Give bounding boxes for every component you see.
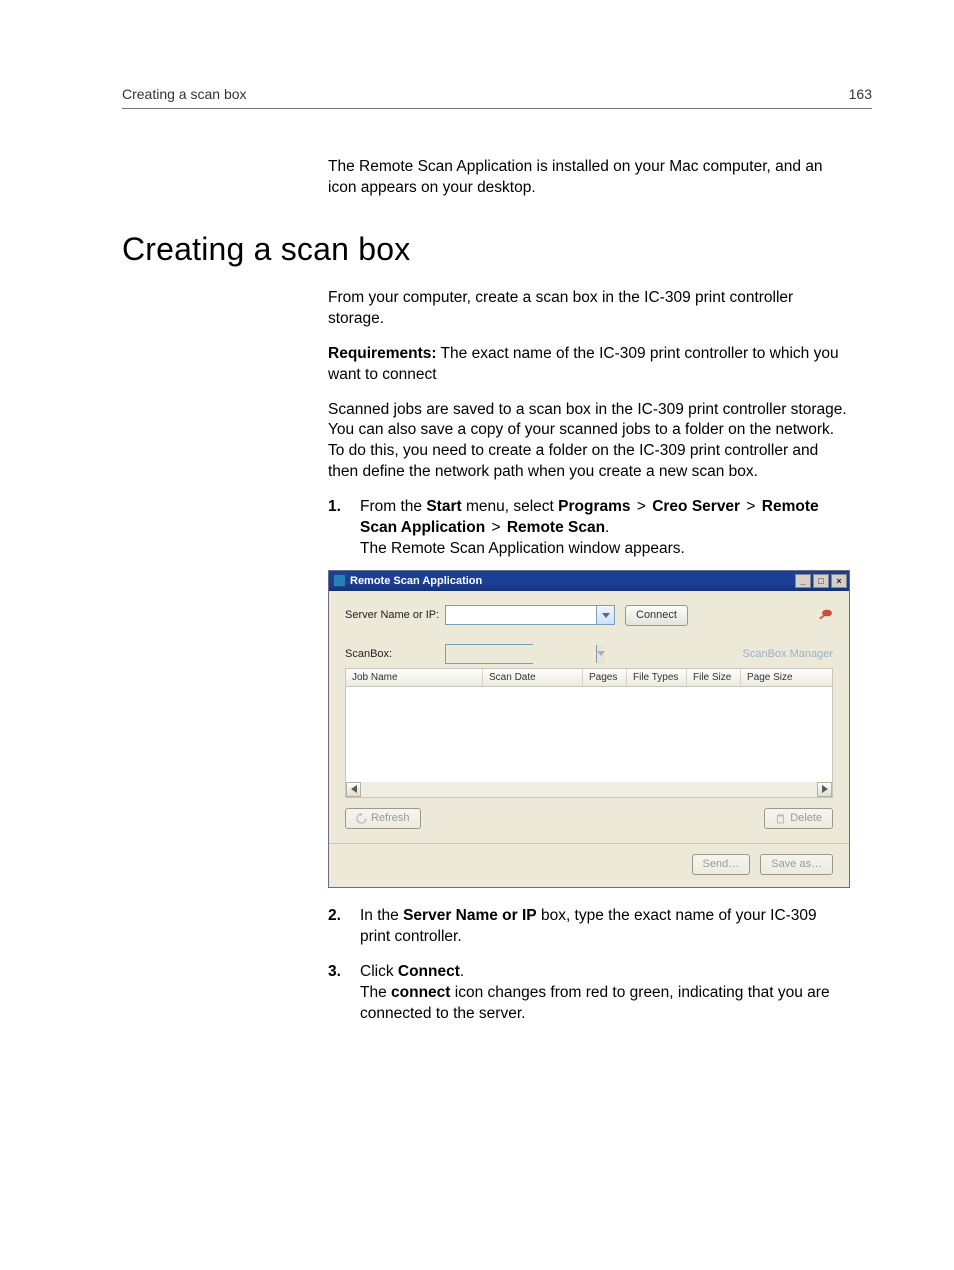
step-1: 1. From the Start menu, select Programs …	[328, 497, 850, 888]
remote-scan-window: Remote Scan Application _ □ × Server Nam…	[328, 570, 850, 888]
step-3-result: The connect icon changes from red to gre…	[360, 983, 850, 1025]
step-2-number: 2.	[328, 906, 341, 927]
server-input[interactable]	[446, 606, 596, 624]
step-1-number: 1.	[328, 497, 341, 518]
table-header: Job Name Scan Date Pages File Types File…	[346, 669, 832, 687]
page-number: 163	[849, 86, 872, 102]
step-1-result: The Remote Scan Application window appea…	[360, 539, 850, 560]
col-pages[interactable]: Pages	[583, 669, 627, 686]
col-file-size[interactable]: File Size	[687, 669, 741, 686]
server-combo[interactable]	[445, 605, 615, 625]
col-file-types[interactable]: File Types	[627, 669, 687, 686]
send-button[interactable]: Send…	[692, 854, 751, 875]
scroll-left-button[interactable]	[346, 782, 361, 797]
scanbox-manager-link[interactable]: ScanBox Manager	[743, 647, 834, 662]
step-3-number: 3.	[328, 962, 341, 983]
connect-button[interactable]: Connect	[625, 605, 688, 626]
minimize-button[interactable]: _	[795, 574, 811, 588]
scroll-right-button[interactable]	[817, 782, 832, 797]
requirements-label: Requirements:	[328, 345, 437, 362]
col-job-name[interactable]: Job Name	[346, 669, 483, 686]
paragraph-1: From your computer, create a scan box in…	[328, 288, 850, 330]
chevron-down-icon[interactable]	[596, 606, 614, 624]
delete-button[interactable]: Delete	[764, 808, 833, 829]
page-title: Creating a scan box	[122, 231, 872, 268]
col-page-size[interactable]: Page Size	[741, 669, 832, 686]
paragraph-3: Scanned jobs are saved to a scan box in …	[328, 400, 850, 484]
app-icon	[333, 574, 346, 587]
scanbox-label: ScanBox:	[345, 647, 445, 662]
intro-text: The Remote Scan Application is installed…	[328, 157, 850, 199]
paragraph-requirements: Requirements: The exact name of the IC-3…	[328, 344, 850, 386]
window-titlebar[interactable]: Remote Scan Application _ □ ×	[329, 571, 849, 591]
step-2: 2. In the Server Name or IP box, type th…	[328, 906, 850, 948]
refresh-icon	[356, 813, 367, 824]
jobs-table: Job Name Scan Date Pages File Types File…	[345, 668, 833, 798]
scanbox-input[interactable]	[446, 645, 596, 663]
server-label: Server Name or IP:	[345, 608, 445, 623]
scanbox-combo[interactable]	[445, 644, 533, 664]
col-scan-date[interactable]: Scan Date	[483, 669, 583, 686]
save-as-button[interactable]: Save as…	[760, 854, 833, 875]
trash-icon	[775, 813, 786, 824]
refresh-button[interactable]: Refresh	[345, 808, 421, 829]
running-head-left: Creating a scan box	[122, 86, 247, 102]
step-3: 3. Click Connect. The connect icon chang…	[328, 962, 850, 1025]
window-title: Remote Scan Application	[350, 574, 795, 589]
close-button[interactable]: ×	[831, 574, 847, 588]
horizontal-scrollbar[interactable]	[346, 782, 832, 797]
chevron-down-icon[interactable]	[596, 645, 605, 663]
connect-status-icon	[817, 607, 833, 623]
maximize-button[interactable]: □	[813, 574, 829, 588]
